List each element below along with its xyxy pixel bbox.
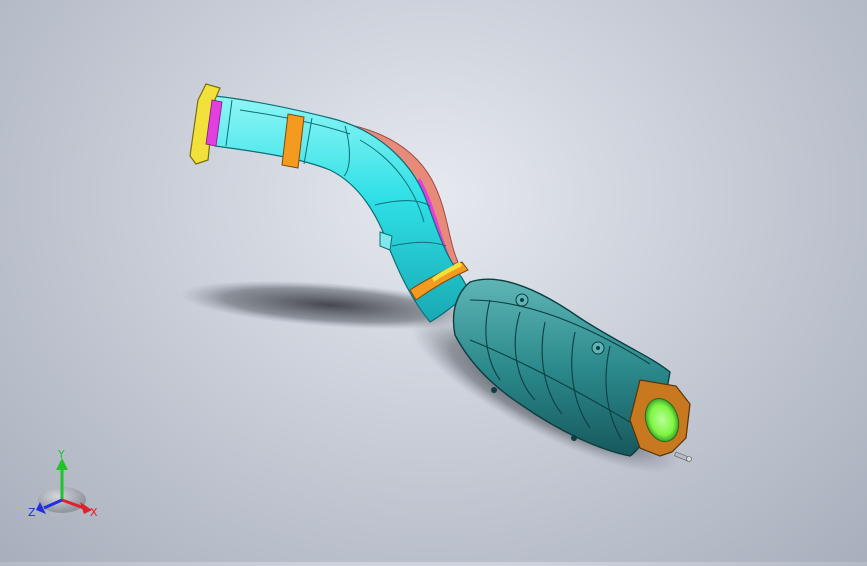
z-axis-label: Z (28, 506, 36, 519)
y-axis-label: Y (57, 448, 65, 461)
cad-3d-viewport[interactable]: Y X Z (0, 0, 867, 562)
viewport-canvas[interactable]: Y X Z (0, 0, 867, 562)
exhaust-downpipe-model[interactable] (189, 83, 692, 462)
orientation-triad[interactable]: Y X Z (28, 448, 98, 519)
x-axis-label: X (90, 506, 98, 519)
